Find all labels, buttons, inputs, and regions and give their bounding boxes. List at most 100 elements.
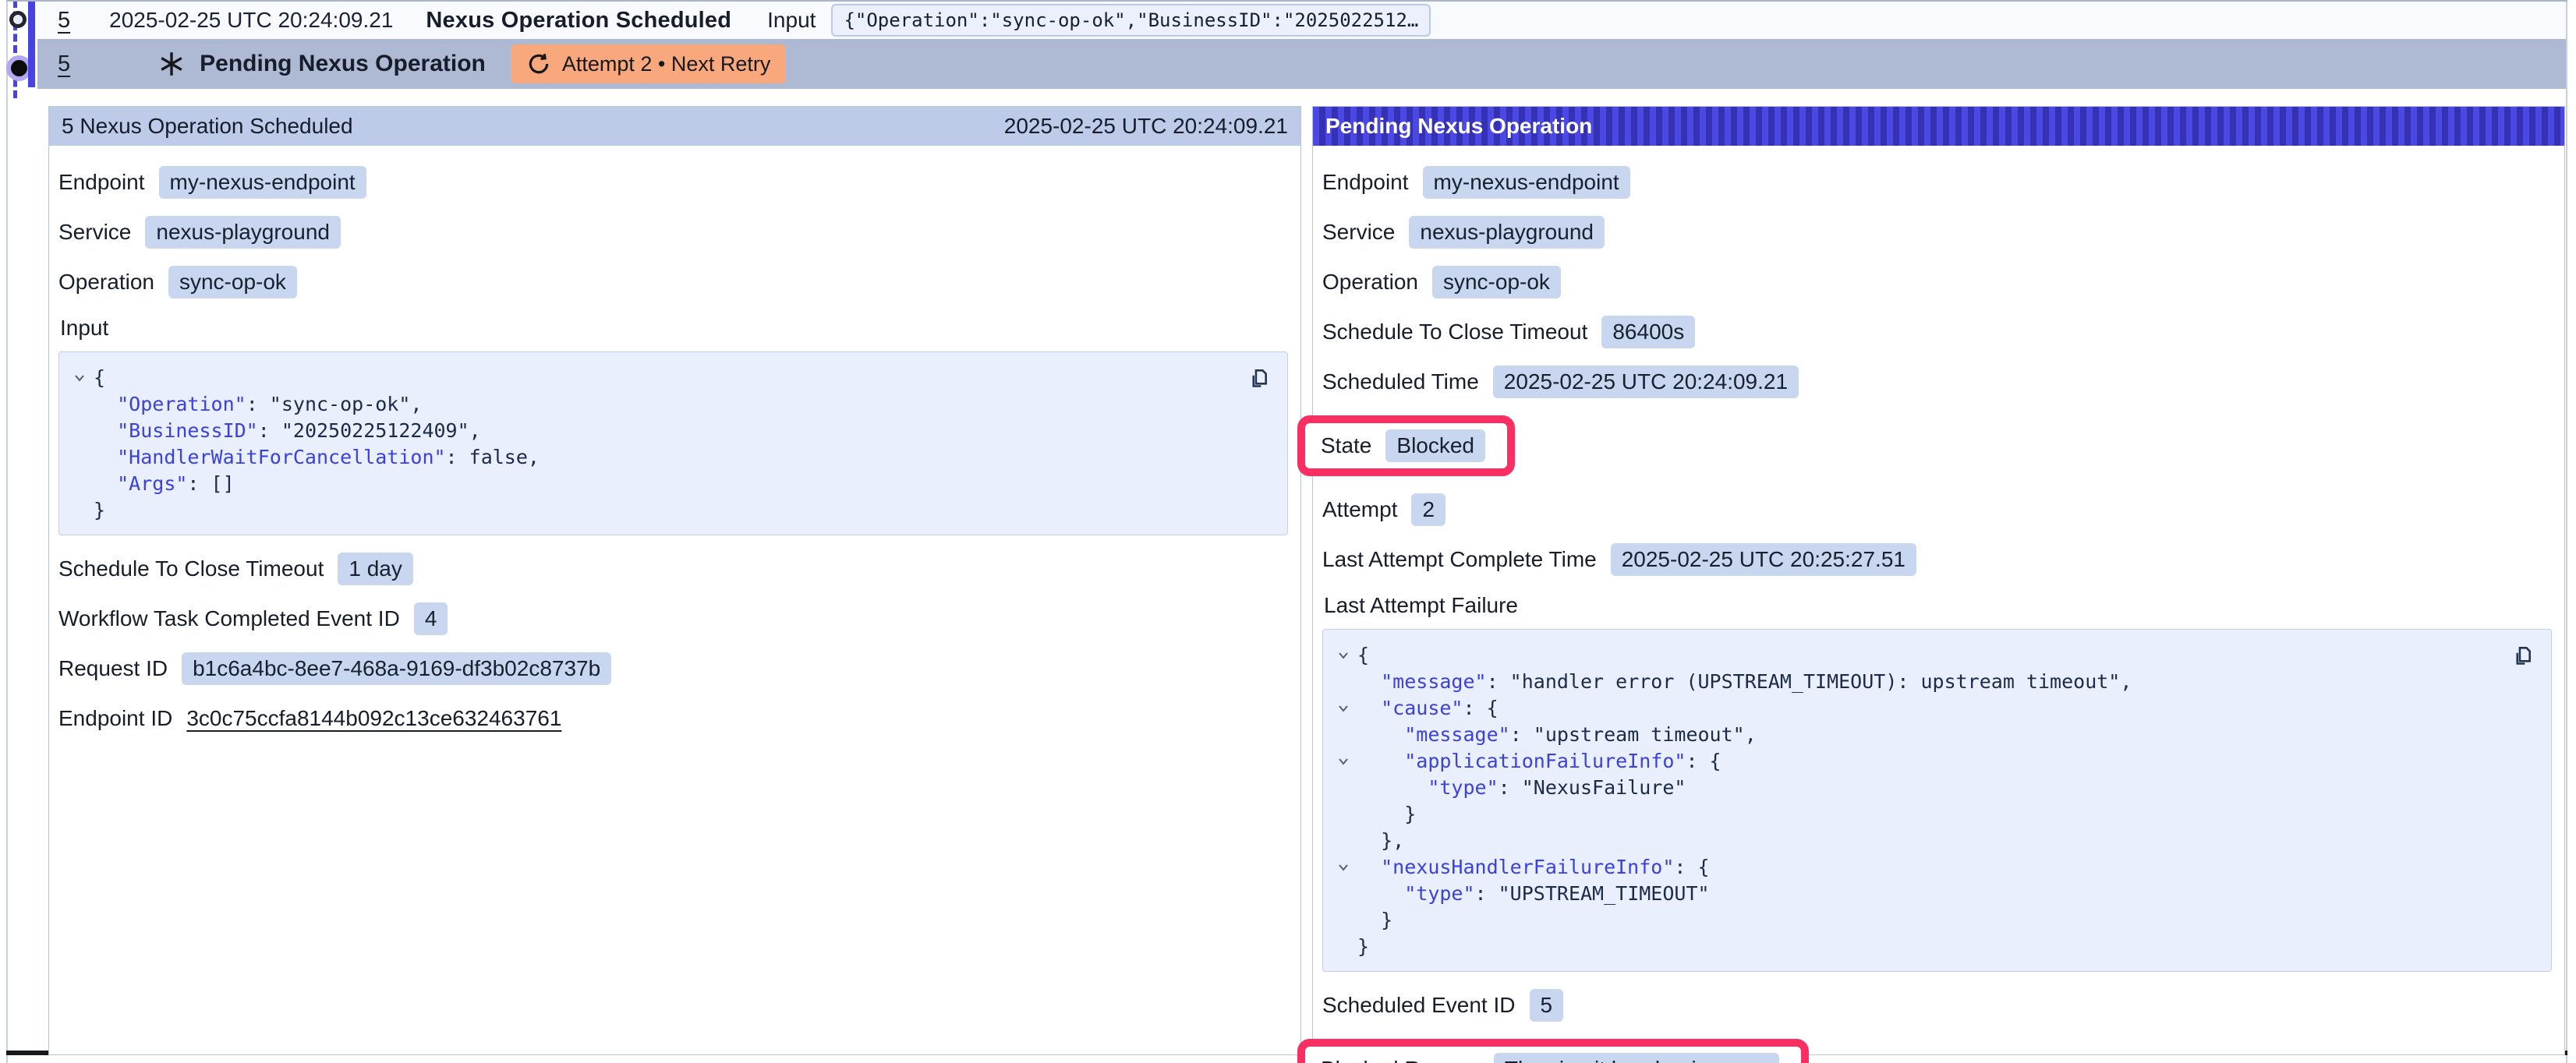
code-line: }: [1329, 907, 2535, 934]
field-blocked-reason: Blocked ReasonThe circuit breaker is ope…: [1322, 1039, 2552, 1063]
code-line: "type": "UPSTREAM_TIMEOUT": [1329, 881, 2535, 907]
field-value-operation: sync-op-ok: [168, 266, 297, 298]
code-line: },: [1329, 828, 2535, 854]
field-value-endpoint: my-nexus-endpoint: [159, 166, 366, 199]
field-value-scheduled-event-id: 5: [1530, 989, 1564, 1022]
field-label-workflow-task-completed-event-id: Workflow Task Completed Event ID: [58, 606, 400, 631]
pending-operation-row[interactable]: 5 Pending Nexus Operation: [37, 39, 2567, 89]
selected-row-indicator: [28, 2, 35, 87]
field-value-endpoint: my-nexus-endpoint: [1423, 166, 1630, 199]
input-preview-chip[interactable]: {"Operation":"sync-op-ok","BusinessID":"…: [831, 4, 1431, 37]
collapse-chevron-icon[interactable]: [1329, 695, 1357, 722]
panel-title: 5 Nexus Operation Scheduled: [62, 114, 353, 139]
field-scheduled-event-id: Scheduled Event ID 5: [1322, 989, 2552, 1022]
timeline-pending-node-icon[interactable]: [11, 60, 27, 76]
field-attempt: Attempt 2: [1322, 493, 2552, 526]
field-operation: Operationsync-op-ok: [58, 266, 1288, 298]
field-label-endpoint-id: Endpoint ID: [58, 706, 172, 731]
field-value-endpoint-id-link[interactable]: 3c0c75ccfa8144b092c13ce632463761: [186, 706, 561, 731]
code-line: {: [65, 365, 1272, 391]
code-gutter: [1329, 881, 1357, 907]
field-value-schedule-to-close-timeout: 86400s: [1601, 316, 1695, 348]
field-label-service: Service: [58, 220, 131, 245]
event-summary-row[interactable]: 5 2025-02-25 UTC 20:24:09.21 Nexus Opera…: [37, 2, 2567, 39]
top-divider: [6, 0, 2567, 2]
code-line: "Args": []: [65, 471, 1272, 497]
field-operation: Operation sync-op-ok: [1322, 266, 2552, 298]
retry-arrow-icon: [526, 51, 551, 76]
field-service: Servicenexus-playground: [1322, 216, 2552, 249]
panel-title: Pending Nexus Operation: [1325, 114, 1592, 139]
field-input: Input { "Operation": "sync-op-ok", "Busin…: [58, 316, 1288, 535]
retry-attempt-badge: Attempt 2 • Next Retry: [511, 44, 787, 83]
event-rows: 5 2025-02-25 UTC 20:24:09.21 Nexus Opera…: [37, 0, 2567, 89]
code-line: "type": "NexusFailure": [1329, 775, 2535, 801]
collapse-chevron-icon[interactable]: [1329, 642, 1357, 669]
timeline-event-node-icon[interactable]: [9, 11, 27, 28]
field-value-blocked-reason: The circuit breaker is open.: [1494, 1053, 1779, 1063]
code-line: {: [1329, 642, 2535, 669]
field-request-id: Request ID b1c6a4bc-8ee7-468a-9169-df3b02…: [58, 652, 1288, 685]
event-detail-panel: 5 Nexus Operation Scheduled 2025-02-25 U…: [48, 106, 1301, 1055]
field-value-service: nexus-playground: [145, 216, 341, 249]
workflow-event-history-view: 5 2025-02-25 UTC 20:24:09.21 Nexus Opera…: [0, 0, 2576, 1063]
field-state: State Blocked: [1322, 415, 2552, 476]
code-line: "BusinessID": "20250225122409",: [65, 418, 1272, 444]
code-gutter: [1329, 775, 1357, 801]
field-endpoint-id: Endpoint ID 3c0c75ccfa8144b092c13ce632463…: [58, 702, 1288, 735]
field-label-scheduled-time: Scheduled Time: [1322, 369, 1479, 394]
code-line: }: [65, 497, 1272, 524]
code-gutter: [1329, 828, 1357, 854]
field-label-last-attempt-failure: Last Attempt Failure: [1324, 593, 2552, 618]
field-label-endpoint: Endpoint: [58, 170, 145, 195]
field-label-scheduled-event-id: Scheduled Event ID: [1322, 993, 1516, 1018]
code-line: }: [1329, 934, 2535, 960]
field-value-attempt: 2: [1411, 493, 1445, 526]
annotation-highlight-blocked-reason: Blocked ReasonThe circuit breaker is ope…: [1297, 1039, 1809, 1063]
code-line: "message": "upstream timeout",: [1329, 722, 2535, 748]
code-gutter: [65, 444, 94, 471]
code-line: "cause": {: [1329, 695, 2535, 722]
field-label-input: Input: [60, 316, 1288, 341]
copy-icon[interactable]: [1244, 366, 1270, 393]
collapse-chevron-icon[interactable]: [65, 365, 94, 391]
field-endpoint: Endpoint my-nexus-endpoint: [1322, 166, 2552, 199]
field-endpoint: Endpoint my-nexus-endpoint: [58, 166, 1288, 199]
code-gutter: [65, 497, 94, 524]
code-line: "HandlerWaitForCancellation": false,: [65, 444, 1272, 471]
field-label-attempt: Attempt: [1322, 497, 1397, 522]
event-timestamp: 2025-02-25 UTC 20:24:09.21: [109, 8, 393, 33]
pending-event-id-link[interactable]: 5: [58, 51, 70, 77]
field-scheduled-time: Scheduled Time2025-02-25 UTC 20:24:09.21: [1322, 366, 2552, 398]
code-line: "applicationFailureInfo": {: [1329, 748, 2535, 775]
collapse-chevron-icon[interactable]: [1329, 854, 1357, 881]
code-line: }: [1329, 801, 2535, 828]
input-label: Input: [767, 8, 816, 33]
field-label-schedule-to-close-timeout: Schedule To Close Timeout: [1322, 320, 1587, 344]
field-value-schedule-to-close-timeout: 1 day: [338, 553, 413, 585]
field-value-state: Blocked: [1385, 429, 1485, 462]
pending-operation-panel: Pending Nexus Operation Endpoint my-nexus…: [1312, 106, 2565, 1055]
field-label-service: Service: [1322, 220, 1395, 245]
field-workflow-task-completed-event-id: Workflow Task Completed Event ID4: [58, 602, 1288, 635]
field-label-last-attempt-complete-time: Last Attempt Complete Time: [1322, 547, 1597, 572]
field-value-request-id: b1c6a4bc-8ee7-468a-9169-df3b02c8737b: [182, 652, 611, 685]
code-gutter: [1329, 907, 1357, 934]
pending-operation-title: Pending Nexus Operation: [200, 51, 486, 77]
field-label-request-id: Request ID: [58, 656, 168, 681]
field-value-operation: sync-op-ok: [1432, 266, 1561, 298]
code-line: "message": "handler error (UPSTREAM_TIME…: [1329, 669, 2535, 695]
code-gutter: [1329, 722, 1357, 748]
field-label-endpoint: Endpoint: [1322, 170, 1409, 195]
field-label-state: State: [1321, 433, 1371, 458]
field-value-last-attempt-complete-time: 2025-02-25 UTC 20:25:27.51: [1611, 543, 1916, 576]
field-label-operation: Operation: [1322, 270, 1418, 295]
event-detail-panel-body: Endpoint my-nexus-endpoint Service nexus-pl…: [49, 146, 1300, 1054]
collapse-chevron-icon[interactable]: [1329, 748, 1357, 775]
field-last-attempt-complete-time: Last Attempt Complete Time 2025-02-25 UTC…: [1322, 543, 2552, 576]
copy-icon[interactable]: [2507, 644, 2534, 670]
code-line: "nexusHandlerFailureInfo": {: [1329, 854, 2535, 881]
event-id-link[interactable]: 5: [58, 8, 70, 34]
code-gutter: [1329, 669, 1357, 695]
code-line: "Operation": "sync-op-ok",: [65, 391, 1272, 418]
